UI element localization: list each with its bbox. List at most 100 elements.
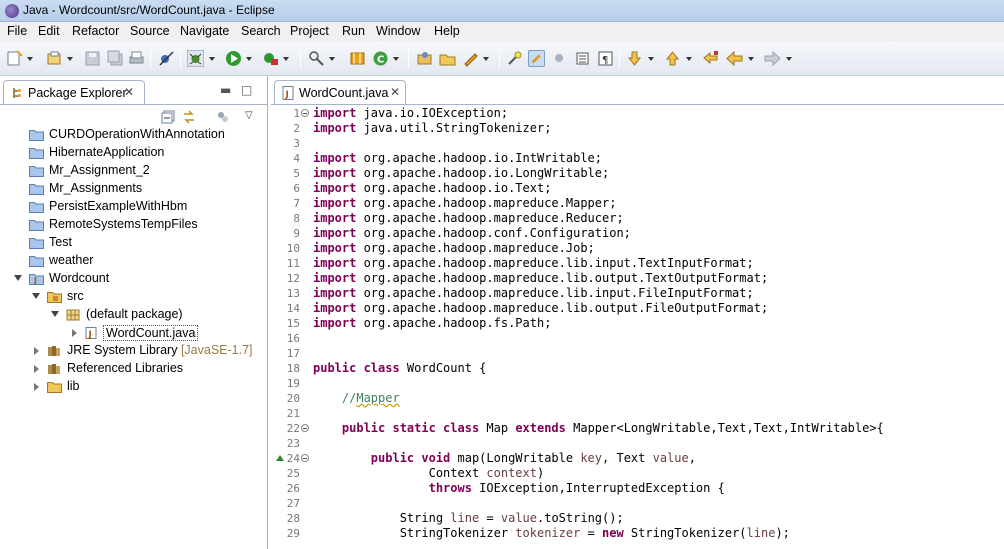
view-menu-icon[interactable]: ▽	[245, 110, 259, 124]
menu-edit[interactable]: Edit	[38, 24, 60, 38]
new-class-icon[interactable]: C	[372, 50, 389, 67]
close-icon[interactable]: ✕	[124, 85, 134, 99]
expand-icon[interactable]	[14, 275, 22, 281]
menu-file[interactable]: File	[7, 24, 27, 38]
back-dropdown-icon[interactable]	[747, 50, 755, 67]
java-file-icon: J	[85, 327, 97, 339]
print-icon[interactable]	[128, 50, 145, 67]
tree-item[interactable]: RemoteSystemsTempFiles	[0, 216, 268, 234]
run-icon[interactable]	[225, 50, 242, 67]
new-java-package-icon[interactable]	[46, 50, 63, 67]
minimize-icon[interactable]: ▬	[220, 83, 231, 97]
tree-item[interactable]: JRE System Library [JavaSE-1.7]	[0, 342, 268, 360]
menu-window[interactable]: Window	[376, 24, 420, 38]
menu-run[interactable]: Run	[342, 24, 365, 38]
run-dropdown-icon[interactable]	[245, 50, 253, 67]
code-line: 23	[271, 436, 1004, 451]
next-annotation-dropdown-icon[interactable]	[647, 50, 655, 67]
open-type-dropdown-icon[interactable]	[328, 50, 336, 67]
folder-icon	[47, 382, 62, 393]
last-edit-location-icon[interactable]	[702, 50, 719, 67]
tree-item[interactable]: PersistExampleWithHbm	[0, 198, 268, 216]
new-java-project-icon[interactable]	[349, 50, 366, 67]
menu-refactor[interactable]: Refactor	[72, 24, 119, 38]
line-number: 9	[293, 227, 300, 240]
show-whitespace-icon[interactable]	[551, 50, 568, 67]
tree-item[interactable]: lib	[0, 378, 268, 396]
open-type-icon[interactable]	[308, 50, 325, 67]
tree-item[interactable]: J Wordcount	[0, 270, 268, 288]
project-folder-icon	[29, 202, 44, 213]
external-tools-icon[interactable]	[262, 50, 279, 67]
link-with-editor-icon[interactable]	[182, 110, 196, 124]
tree-item-label: JRE System Library [JavaSE-1.7]	[67, 343, 253, 357]
tree-item-label: Test	[49, 235, 72, 249]
open-task-icon[interactable]	[416, 50, 433, 67]
previous-annotation-dropdown-icon[interactable]	[685, 50, 693, 67]
tree-item[interactable]: CURDOperationWithAnnotation	[0, 126, 268, 144]
package-explorer-tab[interactable]: Package Explorer ✕	[3, 80, 145, 104]
forward-dropdown-icon[interactable]	[785, 50, 793, 67]
code-line: 29 StringTokenizer tokenizer = new Strin…	[271, 526, 1004, 541]
menu-help[interactable]: Help	[434, 24, 460, 38]
debug-dropdown-icon[interactable]	[208, 50, 216, 67]
save-icon[interactable]	[84, 50, 101, 67]
new-package-dropdown-icon[interactable]	[66, 50, 74, 67]
block-selection-icon[interactable]	[574, 50, 591, 67]
next-annotation-icon[interactable]	[626, 50, 643, 67]
menu-search[interactable]: Search	[241, 24, 281, 38]
new-dropdown-icon[interactable]	[26, 50, 34, 67]
fold-toggle-icon[interactable]	[301, 424, 309, 432]
tree-item[interactable]: J WordCount.java	[0, 324, 268, 342]
external-tools-dropdown-icon[interactable]	[282, 50, 290, 67]
previous-annotation-icon[interactable]	[664, 50, 681, 67]
paragraph-icon[interactable]: ¶	[597, 50, 614, 67]
line-number: 8	[293, 212, 300, 225]
menu-project[interactable]: Project	[290, 24, 329, 38]
tree-item[interactable]: Referenced Libraries	[0, 360, 268, 378]
back-icon[interactable]	[726, 50, 743, 67]
code-line: 9 import org.apache.hadoop.conf.Configura…	[271, 226, 1004, 241]
menu-navigate[interactable]: Navigate	[180, 24, 229, 38]
fold-toggle-icon[interactable]	[301, 109, 309, 117]
tree-item-label: HibernateApplication	[49, 145, 165, 159]
collapse-icon[interactable]	[34, 365, 39, 373]
expand-icon[interactable]	[32, 293, 40, 299]
tree-item[interactable]: Test	[0, 234, 268, 252]
toggle-mark-occurrences-icon[interactable]	[506, 50, 523, 67]
code-line: 24 public void map(LongWritable key, Tex…	[271, 451, 1004, 466]
forward-icon[interactable]	[764, 50, 781, 67]
fold-toggle-icon[interactable]	[301, 454, 309, 462]
open-folder-icon[interactable]	[439, 50, 456, 67]
collapse-icon[interactable]	[72, 329, 77, 337]
tree-item[interactable]: HibernateApplication	[0, 144, 268, 162]
focus-active-task-icon[interactable]	[216, 110, 230, 124]
tree-item[interactable]: Mr_Assignments	[0, 180, 268, 198]
tree-item[interactable]: src	[0, 288, 268, 306]
new-class-dropdown-icon[interactable]	[392, 50, 400, 67]
collapse-icon[interactable]	[34, 347, 39, 355]
tree-item[interactable]: Mr_Assignment_2	[0, 162, 268, 180]
code-area[interactable]: 1 import java.io.IOException; 2 import jav…	[271, 106, 1004, 549]
pencil-icon[interactable]	[462, 50, 479, 67]
line-number: 26	[286, 482, 300, 495]
tree-item[interactable]: weather	[0, 252, 268, 270]
code-line: 21	[271, 406, 1004, 421]
pencil-dropdown-icon[interactable]	[482, 50, 490, 67]
editor-tab-wordcount[interactable]: J WordCount.java ✕	[274, 80, 406, 104]
expand-icon[interactable]	[51, 311, 59, 317]
close-icon[interactable]: ✕	[390, 85, 400, 99]
new-icon[interactable]	[6, 50, 23, 67]
line-number: 18	[286, 362, 300, 375]
save-all-icon[interactable]	[107, 50, 124, 67]
toggle-highlight-icon[interactable]	[528, 50, 545, 67]
debug-icon[interactable]	[187, 50, 204, 67]
skip-breakpoints-icon[interactable]	[158, 50, 175, 67]
main-toolbar: C ¶	[0, 42, 1004, 76]
collapse-all-icon[interactable]	[161, 110, 175, 124]
project-folder-icon	[29, 220, 44, 231]
tree-item[interactable]: (default package)	[0, 306, 268, 324]
menu-source[interactable]: Source	[130, 24, 170, 38]
collapse-icon[interactable]	[34, 383, 39, 391]
maximize-icon[interactable]: □	[241, 83, 252, 97]
